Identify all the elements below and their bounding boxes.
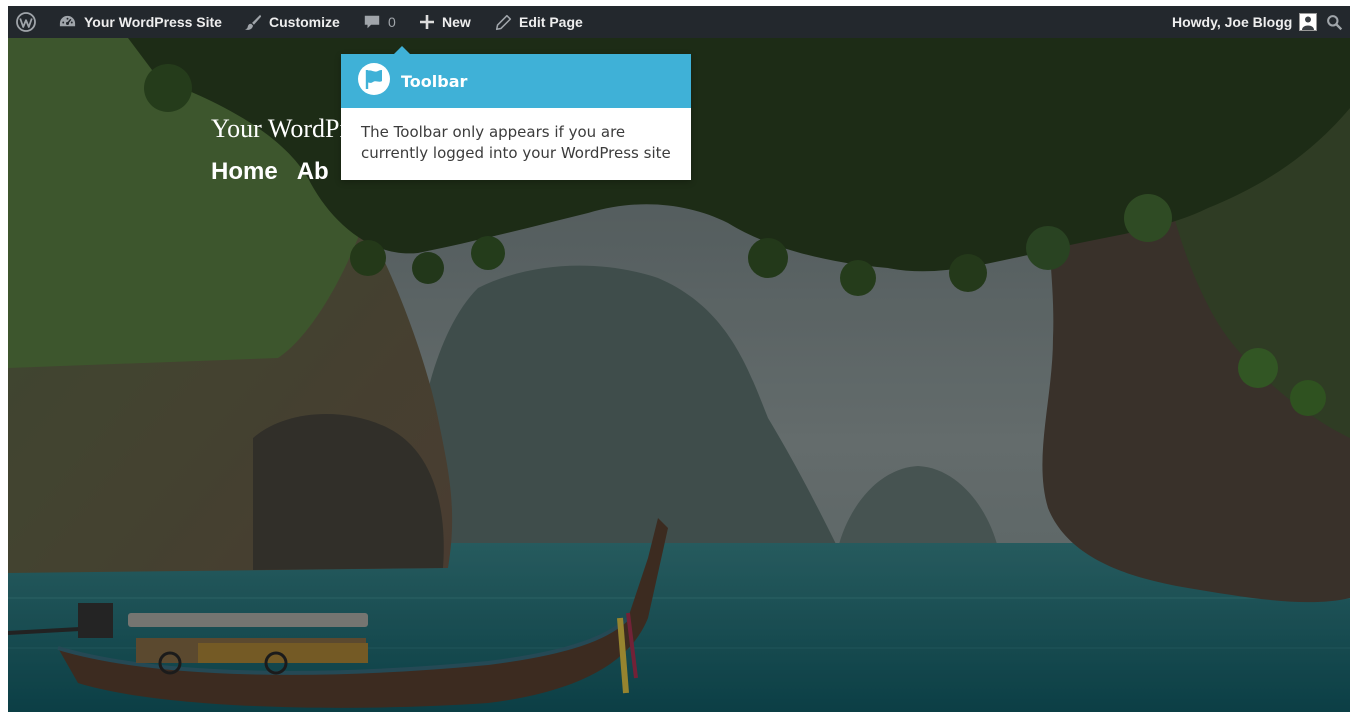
customize-button[interactable]: Customize (244, 6, 340, 38)
wordpress-logo-icon (16, 12, 36, 32)
page-frame: Your WordPress Site Customize 0 New Edit… (8, 6, 1350, 712)
comments-count: 0 (388, 14, 396, 30)
new-content-button[interactable]: New (419, 6, 471, 38)
edit-page-button[interactable]: Edit Page (495, 6, 583, 38)
nav-item-about[interactable]: Ab (297, 158, 329, 186)
new-label: New (442, 14, 471, 30)
tooltip-arrow (393, 46, 411, 55)
comments-button[interactable]: 0 (363, 6, 396, 38)
admin-toolbar: Your WordPress Site Customize 0 New Edit… (8, 6, 1350, 38)
plus-icon (419, 14, 435, 30)
comment-bubble-icon (363, 13, 381, 31)
howdy-label: Howdy, Joe Blogg (1172, 14, 1293, 30)
flag-icon (357, 62, 391, 101)
paintbrush-icon (244, 13, 262, 31)
search-icon (1326, 14, 1343, 31)
site-name-menu[interactable]: Your WordPress Site (58, 6, 222, 38)
nav-item-home[interactable]: Home (211, 158, 278, 186)
primary-navigation: Home Ab (211, 158, 329, 186)
toolbar-tooltip: Toolbar The Toolbar only appears if you … (341, 46, 691, 180)
tooltip-body: The Toolbar only appears if you are curr… (341, 108, 691, 180)
user-avatar (1299, 13, 1318, 31)
customize-label: Customize (269, 14, 340, 30)
tooltip-header: Toolbar (341, 54, 691, 108)
dashboard-icon (58, 13, 77, 32)
my-account-menu[interactable]: Howdy, Joe Blogg (1172, 6, 1318, 38)
edit-page-label: Edit Page (519, 14, 583, 30)
wordpress-logo-button[interactable] (16, 6, 36, 38)
pencil-icon (495, 14, 512, 31)
search-button[interactable] (1326, 6, 1343, 38)
tooltip-title: Toolbar (401, 71, 468, 91)
site-name-label: Your WordPress Site (84, 14, 222, 30)
